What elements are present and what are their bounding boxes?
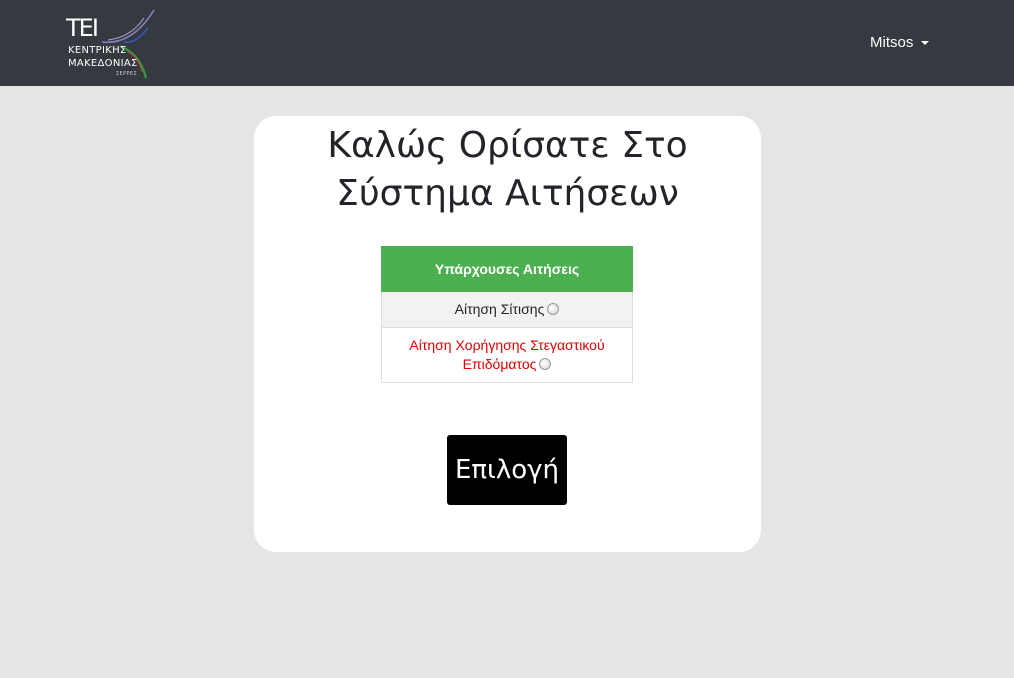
- logo-line1: ΚΕΝΤΡΙΚΗΣ: [68, 45, 127, 56]
- user-name: Mitsos: [870, 34, 914, 51]
- welcome-card: Καλώς Ορίσατε Στο Σύστημα Αιτήσεων Υπάρχ…: [254, 116, 761, 552]
- table-header: Υπάρχουσες Αιτήσεις: [381, 246, 633, 292]
- application-label-stegastiko: Αίτηση Χορήγησης Στεγαστικού Επιδόματος: [409, 337, 605, 372]
- logo-tei-text: TEI: [66, 14, 99, 42]
- applications-table: Υπάρχουσες Αιτήσεις Αίτηση Σίτισης Αίτησ…: [381, 246, 633, 383]
- application-cell-stegastiko[interactable]: Αίτηση Χορήγησης Στεγαστικού Επιδόματος: [381, 327, 633, 383]
- table-header-row: Υπάρχουσες Αιτήσεις: [381, 246, 633, 292]
- title-line2: Σύστημα Αιτήσεων: [336, 173, 679, 214]
- logo-line2: ΜΑΚΕΔΟΝΙΑΣ: [68, 58, 138, 69]
- radio-sitisi[interactable]: [547, 303, 560, 315]
- logo-line3: ΣΕΡΡΕΣ: [116, 71, 138, 77]
- application-label-sitisi: Αίτηση Σίτισης: [454, 301, 545, 317]
- page-title: Καλώς Ορίσατε Στο Σύστημα Αιτήσεων: [254, 122, 761, 218]
- radio-stegastiko[interactable]: [539, 358, 552, 370]
- top-navbar: TEI ΚΕΝΤΡΙΚΗΣ ΜΑΚΕΔΟΝΙΑΣ ΣΕΡΡΕΣ Mitsos: [0, 0, 1014, 86]
- title-line1: Καλώς Ορίσατε Στο: [327, 125, 688, 166]
- table-row[interactable]: Αίτηση Σίτισης: [381, 291, 633, 328]
- select-button[interactable]: Επιλογή: [447, 435, 567, 505]
- table-row[interactable]: Αίτηση Χορήγησης Στεγαστικού Επιδόματος: [381, 327, 633, 383]
- caret-down-icon: [921, 40, 930, 45]
- application-cell-sitisi[interactable]: Αίτηση Σίτισης: [381, 291, 633, 328]
- tei-logo[interactable]: TEI ΚΕΝΤΡΙΚΗΣ ΜΑΚΕΔΟΝΙΑΣ ΣΕΡΡΕΣ: [62, 8, 158, 80]
- user-dropdown[interactable]: Mitsos: [870, 34, 930, 51]
